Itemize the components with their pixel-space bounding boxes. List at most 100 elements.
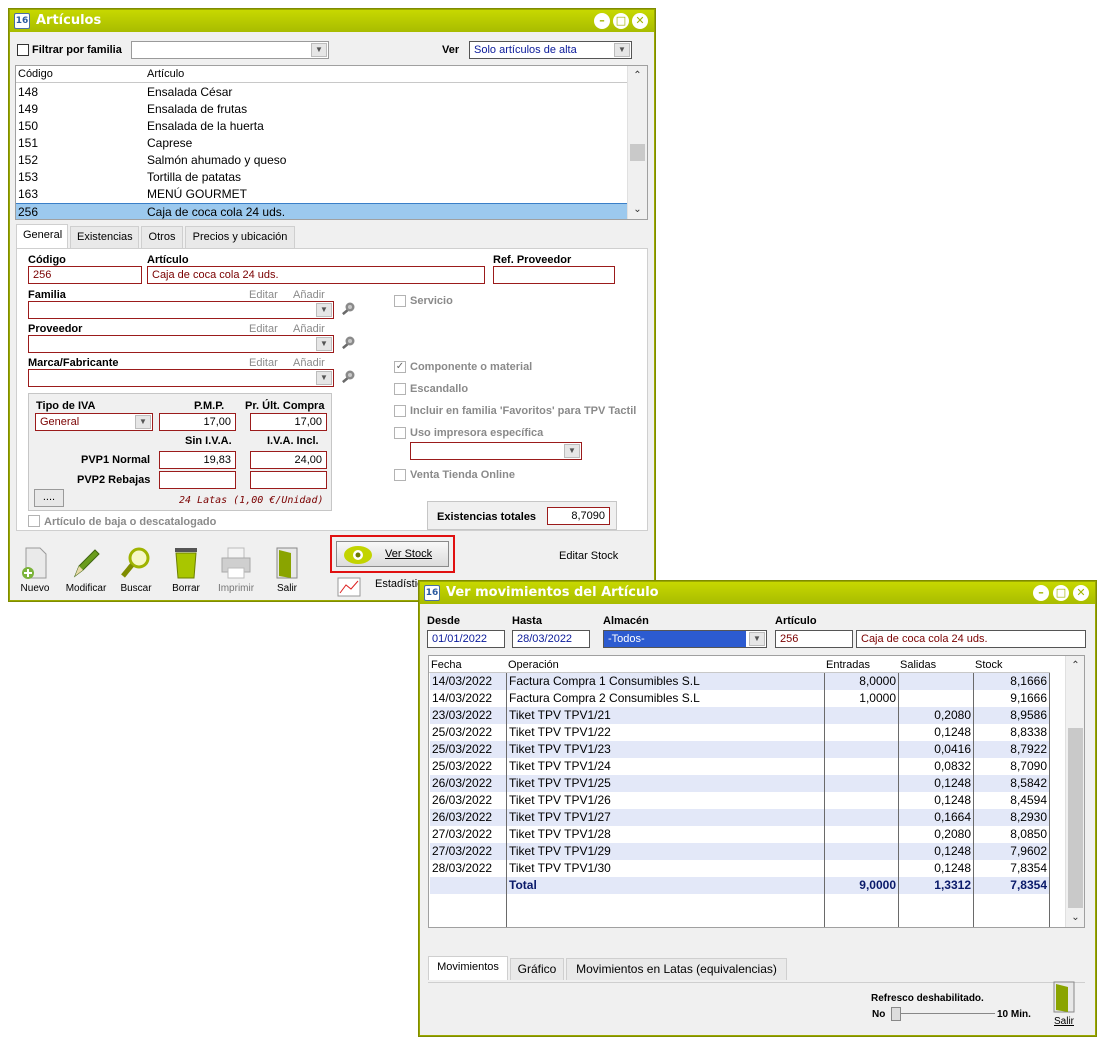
table-row[interactable]: 25/03/2022 Tiket TPV TPV1/22 0,1248 8,8338 xyxy=(430,724,1050,741)
scroll-down-icon[interactable]: ⌄ xyxy=(628,202,647,218)
hasta-field[interactable]: 28/03/2022 xyxy=(512,630,590,648)
movimientos-scrollbar[interactable]: ⌃ ⌄ xyxy=(1065,656,1084,927)
salir-button[interactable]: Salir xyxy=(269,544,305,594)
codigo-field[interactable]: 256 xyxy=(28,266,142,284)
table-row[interactable]: 25/03/2022 Tiket TPV TPV1/24 0,0832 8,7090 xyxy=(430,758,1050,775)
table-row[interactable]: 14/03/2022 Factura Compra 1 Consumibles S… xyxy=(430,673,1050,690)
pvp1-iva-incl-field[interactable]: 24,00 xyxy=(250,451,327,469)
marca-editar-link[interactable]: Editar xyxy=(249,357,278,369)
list-item[interactable]: 163 MENÚ GOURMET xyxy=(16,186,627,203)
ult-compra-field[interactable]: 17,00 xyxy=(250,413,327,431)
refprov-field[interactable] xyxy=(493,266,615,284)
modificar-button[interactable]: Modificar xyxy=(64,544,108,594)
estadisticas-link[interactable]: Estadístic xyxy=(375,578,423,590)
dots-button[interactable]: .... xyxy=(34,489,64,507)
familia-filter-select[interactable]: ▼ xyxy=(131,41,329,59)
refresco-slider[interactable] xyxy=(891,1007,995,1021)
tab-existencias[interactable]: Existencias xyxy=(70,226,139,248)
maximize-icon[interactable]: □ xyxy=(613,13,629,29)
col-header-articulo[interactable]: Artículo xyxy=(147,68,184,80)
table-row[interactable]: 26/03/2022 Tiket TPV TPV1/25 0,1248 8,5842 xyxy=(430,775,1050,792)
close-icon[interactable]: ✕ xyxy=(1073,585,1089,601)
list-item[interactable]: 150 Ensalada de la huerta xyxy=(16,118,627,135)
maximize-icon[interactable]: □ xyxy=(1053,585,1069,601)
imprimir-button[interactable]: Imprimir xyxy=(216,544,256,594)
minimize-icon[interactable]: – xyxy=(1033,585,1049,601)
familia-anadir-link[interactable]: Añadir xyxy=(293,289,325,301)
ver-select[interactable]: Solo artículos de alta ▼ xyxy=(469,41,632,59)
pvp2-iva-incl-field[interactable] xyxy=(250,471,327,489)
list-item[interactable]: 151 Caprese xyxy=(16,135,627,152)
editar-stock-link[interactable]: Editar Stock xyxy=(559,550,618,562)
table-row[interactable]: 27/03/2022 Tiket TPV TPV1/28 0,2080 8,0850 xyxy=(430,826,1050,843)
impresora-select[interactable]: ▼ xyxy=(410,442,582,460)
movimientos-table[interactable]: Fecha Operación Entradas Salidas Stock 1… xyxy=(428,655,1085,928)
servicio-checkbox[interactable] xyxy=(394,295,406,307)
minimize-icon[interactable]: – xyxy=(594,13,610,29)
proveedor-editar-link[interactable]: Editar xyxy=(249,323,278,335)
table-row[interactable]: 14/03/2022 Factura Compra 2 Consumibles S… xyxy=(430,690,1050,707)
tab-general[interactable]: General xyxy=(16,224,68,248)
buscar-button[interactable]: Buscar xyxy=(118,544,154,594)
col-header-codigo[interactable]: Código xyxy=(18,68,53,80)
marca-anadir-link[interactable]: Añadir xyxy=(293,357,325,369)
tab-otros[interactable]: Otros xyxy=(141,226,183,248)
col-header-entradas[interactable]: Entradas xyxy=(826,659,870,671)
table-row[interactable]: 26/03/2022 Tiket TPV TPV1/27 0,1664 8,2930 xyxy=(430,809,1050,826)
familia-search-icon[interactable] xyxy=(340,301,356,317)
articulos-list[interactable]: Código Artículo 148 Ensalada César 149 Ensa… xyxy=(15,65,648,220)
table-row[interactable]: 25/03/2022 Tiket TPV TPV1/23 0,0416 8,7922 xyxy=(430,741,1050,758)
almacen-select[interactable]: -Todos- ▼ xyxy=(603,630,767,648)
movimientos-salir-button[interactable]: Salir xyxy=(1046,978,1082,1028)
impresora-checkbox[interactable] xyxy=(394,427,406,439)
tipo-iva-select[interactable]: General ▼ xyxy=(35,413,153,431)
venta-online-checkbox[interactable] xyxy=(394,469,406,481)
table-row[interactable]: 26/03/2022 Tiket TPV TPV1/26 0,1248 8,4594 xyxy=(430,792,1050,809)
ver-stock-button[interactable]: Ver Stock xyxy=(336,541,449,567)
familia-editar-link[interactable]: Editar xyxy=(249,289,278,301)
proveedor-anadir-link[interactable]: Añadir xyxy=(293,323,325,335)
scroll-thumb[interactable] xyxy=(1068,728,1083,908)
articulo-field[interactable]: Caja de coca cola 24 uds. xyxy=(147,266,485,284)
tab-latas[interactable]: Movimientos en Latas (equivalencias) xyxy=(566,958,787,980)
articulo-code-field[interactable]: 256 xyxy=(775,630,853,648)
marca-select[interactable]: ▼ xyxy=(28,369,334,387)
list-item[interactable]: 152 Salmón ahumado y queso xyxy=(16,152,627,169)
tab-grafico[interactable]: Gráfico xyxy=(510,958,564,980)
scroll-up-icon[interactable]: ⌃ xyxy=(1066,658,1084,674)
articulos-titlebar[interactable]: 16 Artículos – □ ✕ xyxy=(10,10,654,32)
col-header-salidas[interactable]: Salidas xyxy=(900,659,936,671)
favoritos-checkbox[interactable] xyxy=(394,405,406,417)
col-header-operacion[interactable]: Operación xyxy=(508,659,559,671)
pvp1-sin-iva-field[interactable]: 19,83 xyxy=(159,451,236,469)
list-item[interactable]: 153 Tortilla de patatas xyxy=(16,169,627,186)
table-row[interactable]: 23/03/2022 Tiket TPV TPV1/21 0,2080 8,9586 xyxy=(430,707,1050,724)
close-icon[interactable]: ✕ xyxy=(632,13,648,29)
table-row[interactable]: 27/03/2022 Tiket TPV TPV1/29 0,1248 7,9602 xyxy=(430,843,1050,860)
proveedor-select[interactable]: ▼ xyxy=(28,335,334,353)
scroll-thumb[interactable] xyxy=(630,144,645,161)
escandallo-checkbox[interactable] xyxy=(394,383,406,395)
scroll-down-icon[interactable]: ⌄ xyxy=(1066,910,1084,926)
articulo-name-field[interactable]: Caja de coca cola 24 uds. xyxy=(856,630,1086,648)
pvp2-sin-iva-field[interactable] xyxy=(159,471,236,489)
baja-checkbox[interactable] xyxy=(28,515,40,527)
desde-field[interactable]: 01/01/2022 xyxy=(427,630,505,648)
table-row[interactable]: 28/03/2022 Tiket TPV TPV1/30 0,1248 7,8354 xyxy=(430,860,1050,877)
scroll-up-icon[interactable]: ⌃ xyxy=(628,68,647,84)
col-header-fecha[interactable]: Fecha xyxy=(431,659,462,671)
familia-select[interactable]: ▼ xyxy=(28,301,334,319)
componente-checkbox[interactable]: ✓ xyxy=(394,361,406,373)
list-item[interactable]: 148 Ensalada César xyxy=(16,84,627,101)
pmp-field[interactable]: 17,00 xyxy=(159,413,236,431)
slider-thumb[interactable] xyxy=(891,1007,901,1021)
list-scrollbar[interactable]: ⌃ ⌄ xyxy=(627,66,647,219)
marca-search-icon[interactable] xyxy=(340,369,356,385)
tab-precios[interactable]: Precios y ubicación xyxy=(185,226,295,248)
nuevo-button[interactable]: Nuevo xyxy=(18,544,52,594)
borrar-button[interactable]: Borrar xyxy=(168,544,204,594)
list-item[interactable]: 256 Caja de coca cola 24 uds. xyxy=(16,203,627,219)
movimientos-titlebar[interactable]: 16 Ver movimientos del Artículo – □ ✕ xyxy=(420,582,1095,604)
col-header-stock[interactable]: Stock xyxy=(975,659,1003,671)
list-item[interactable]: 149 Ensalada de frutas xyxy=(16,101,627,118)
